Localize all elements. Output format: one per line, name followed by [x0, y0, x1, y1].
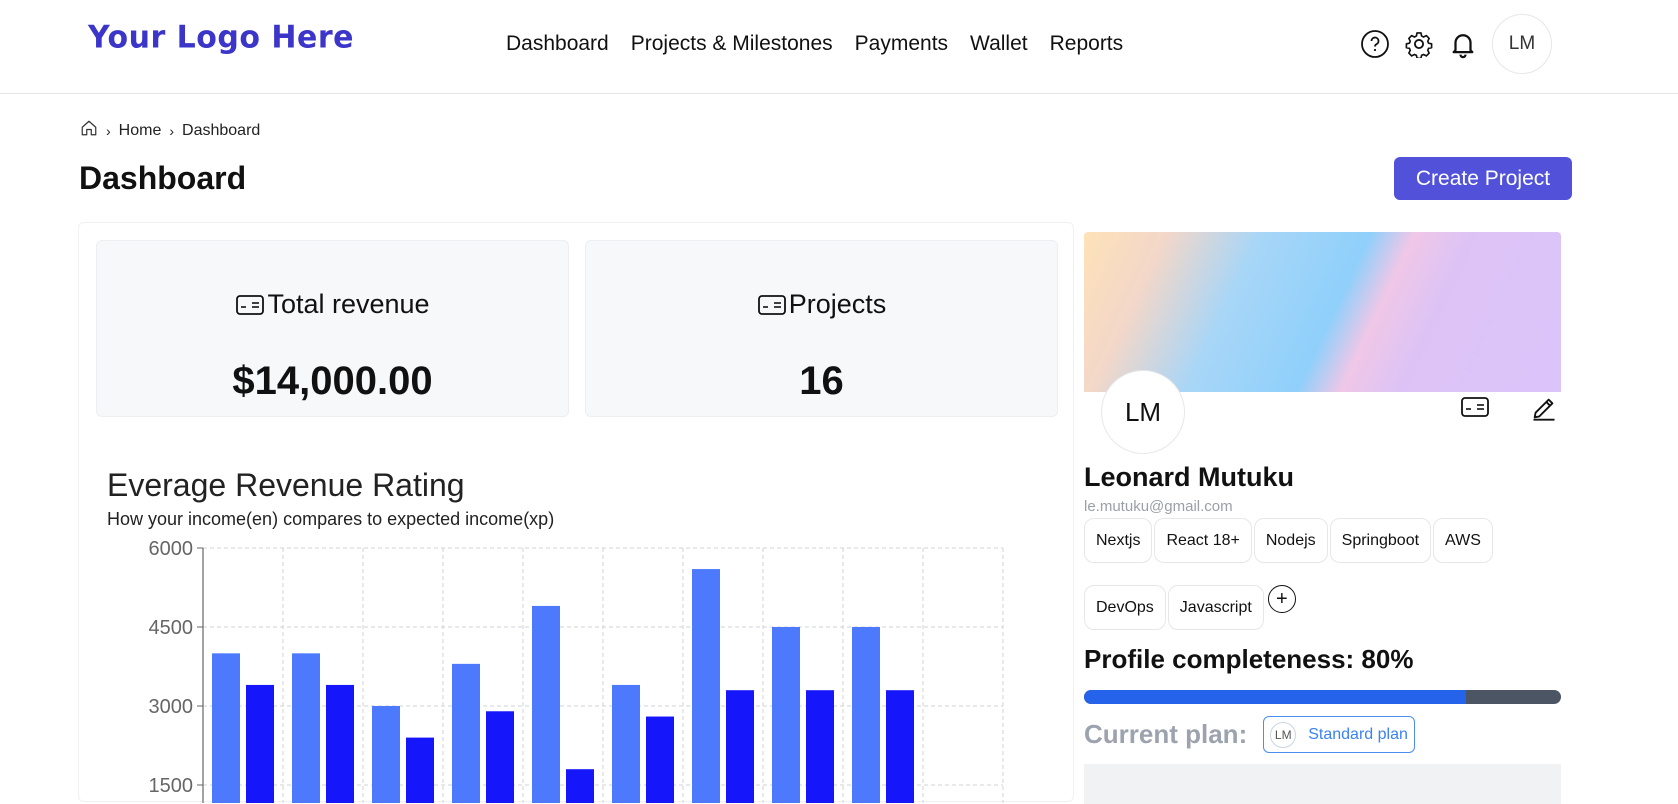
chart-subtitle: How your income(en) compares to expected… [107, 509, 555, 529]
y-tick-label: 6000 [149, 538, 194, 560]
skill-tag[interactable]: React 18+ [1154, 518, 1252, 563]
gear-icon[interactable] [1404, 29, 1434, 59]
skill-tag[interactable]: Springboot [1329, 518, 1432, 563]
edit-pencil-icon[interactable] [1530, 394, 1558, 427]
profile-completeness-label: Profile completeness: 80% [1084, 644, 1414, 674]
logo[interactable]: Your Logo Here [88, 19, 354, 56]
skill-tag[interactable]: AWS [1433, 518, 1493, 563]
stat-value: 16 [799, 359, 844, 403]
card-icon [757, 294, 786, 315]
bar [566, 769, 594, 803]
bar [692, 569, 720, 803]
profile-email: le.mutuku@gmail.com [1084, 498, 1233, 515]
bar [772, 627, 800, 803]
bell-icon[interactable] [1448, 29, 1478, 59]
y-tick-label: 1500 [149, 775, 194, 797]
page-title: Dashboard [79, 160, 247, 196]
skills-list: Nextjs React 18+ Nodejs Springboot AWS D… [1084, 518, 1524, 630]
plan-name: Standard plan [1308, 725, 1408, 743]
bar [452, 663, 480, 803]
card-icon[interactable] [1460, 396, 1490, 423]
y-tick-label: 4500 [149, 617, 194, 639]
nav-reports[interactable]: Reports [1050, 32, 1124, 56]
y-tick-label: 3000 [149, 696, 194, 718]
skill-tag[interactable]: Javascript [1167, 585, 1264, 630]
user-avatar[interactable]: LM [1492, 14, 1552, 74]
help-icon[interactable] [1360, 29, 1390, 59]
revenue-bar-chart: 1500 3000 4500 6000 [149, 538, 1004, 803]
plan-label: Current plan: [1084, 719, 1248, 749]
bar [726, 690, 754, 803]
plan-details-panel [1084, 764, 1561, 804]
current-plan: Current plan: LM Standard plan [1084, 716, 1415, 753]
breadcrumb-home[interactable]: Home [119, 122, 162, 140]
bar [406, 737, 434, 803]
bar [326, 684, 354, 803]
dashboard-main-card: Total revenue $14,000.00 Projects 16 Eve… [78, 222, 1074, 803]
stat-card-projects: Projects 16 [585, 240, 1058, 417]
profile-completeness-bar [1084, 690, 1561, 704]
card-icon [236, 294, 265, 315]
bar [372, 706, 400, 803]
plan-badge[interactable]: LM Standard plan [1263, 716, 1415, 753]
stat-value: $14,000.00 [232, 359, 433, 403]
bar [246, 684, 274, 803]
nav-projects-milestones[interactable]: Projects & Milestones [631, 32, 833, 56]
skill-tag[interactable]: DevOps [1084, 585, 1166, 630]
bar [646, 716, 674, 803]
stat-card-revenue: Total revenue $14,000.00 [96, 240, 569, 417]
bar [886, 690, 914, 803]
breadcrumb-dashboard[interactable]: Dashboard [182, 122, 260, 140]
main-nav: Dashboard Projects & Milestones Payments… [506, 32, 1123, 56]
nav-payments[interactable]: Payments [855, 32, 948, 56]
nav-dashboard[interactable]: Dashboard [506, 32, 609, 56]
stat-label: Total revenue [267, 289, 430, 319]
bar [806, 690, 834, 803]
bar [852, 627, 880, 803]
profile-avatar[interactable]: LM [1101, 370, 1185, 454]
create-project-button[interactable]: Create Project [1394, 157, 1572, 200]
plan-avatar: LM [1270, 721, 1297, 748]
progress-fill [1084, 690, 1466, 704]
bar [532, 605, 560, 803]
profile-name: Leonard Mutuku [1084, 462, 1294, 492]
breadcrumb: › Home › Dashboard [80, 119, 260, 142]
skill-tag[interactable]: Nextjs [1084, 518, 1153, 563]
bar [486, 711, 514, 803]
stat-label: Projects [788, 289, 887, 319]
bar [612, 684, 640, 803]
skill-tag[interactable]: Nodejs [1253, 518, 1328, 563]
add-skill-icon[interactable]: + [1267, 585, 1296, 613]
nav-wallet[interactable]: Wallet [970, 32, 1028, 56]
profile-banner [1084, 232, 1561, 392]
chart-title: Everage Revenue Rating [107, 467, 465, 503]
home-icon[interactable] [80, 119, 98, 142]
profile-card: LM Leonard Mutuku le.mutuku@gmail.com Ne… [1084, 232, 1561, 804]
header-actions: LM [1360, 14, 1552, 74]
top-header: Your Logo Here Dashboard Projects & Mile… [0, 0, 1678, 94]
chevron-right-icon: › [169, 122, 175, 139]
chevron-right-icon: › [106, 122, 111, 139]
